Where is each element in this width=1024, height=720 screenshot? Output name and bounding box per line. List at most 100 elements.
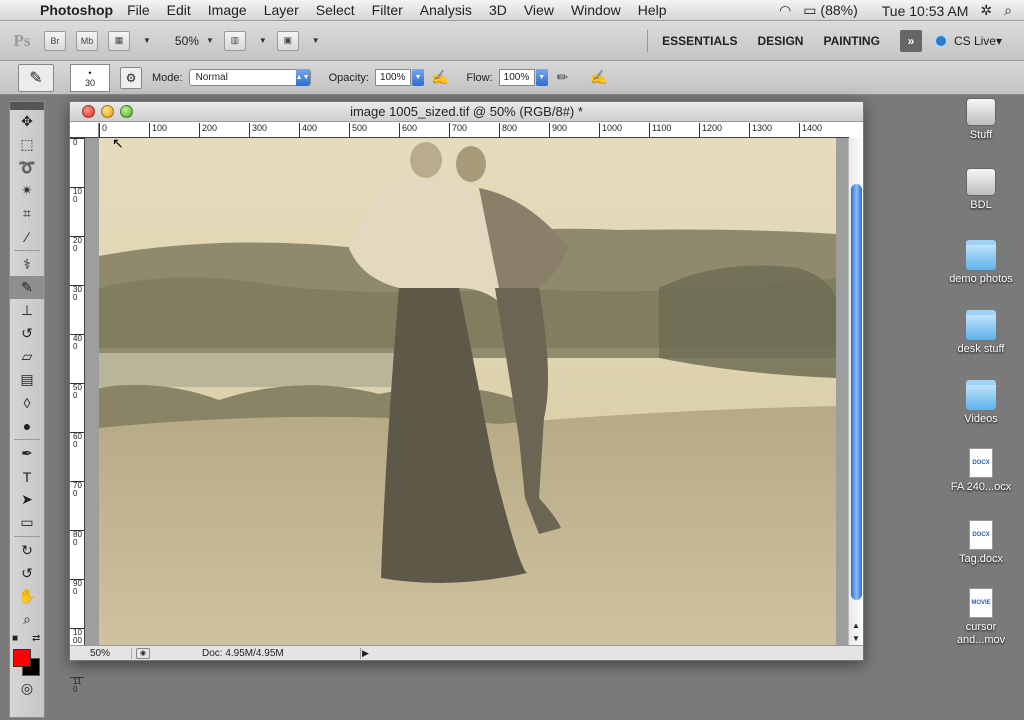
- bluetooth-icon[interactable]: ✲: [980, 2, 992, 19]
- eyedropper-tool-icon[interactable]: ∕: [10, 225, 44, 248]
- launch-bridge-button[interactable]: Br: [44, 30, 66, 51]
- zoom-level[interactable]: 50%: [175, 34, 199, 48]
- swap-colors-icon[interactable]: ⇄: [32, 633, 40, 644]
- minimize-window-icon[interactable]: [101, 105, 114, 118]
- document-title-bar[interactable]: image 1005_sized.tif @ 50% (RGB/8#) *: [70, 102, 863, 122]
- healing-brush-tool-icon[interactable]: ⚕: [10, 253, 44, 276]
- screen-mode-button[interactable]: ▣: [276, 30, 299, 51]
- flow-input[interactable]: 100% ▼: [498, 69, 548, 86]
- workspace-essentials[interactable]: ESSENTIALS: [662, 34, 737, 48]
- menu-3d[interactable]: 3D: [489, 2, 507, 18]
- default-colors-icon[interactable]: ■: [12, 633, 18, 644]
- brush-preset-picker[interactable]: • 30: [70, 63, 110, 92]
- 3d-orbit-tool-icon[interactable]: ↺: [10, 562, 44, 585]
- pressure-size-icon[interactable]: ✍: [590, 69, 607, 86]
- mini-bridge-button[interactable]: Mb: [76, 30, 98, 51]
- clone-stamp-tool-icon[interactable]: ⊥: [10, 299, 44, 322]
- app-menu[interactable]: Photoshop: [40, 2, 113, 18]
- arrange-documents-button[interactable]: ▥: [223, 30, 246, 51]
- blur-tool-icon[interactable]: ◊: [10, 391, 44, 414]
- menu-file[interactable]: File: [127, 2, 150, 18]
- canvas-area[interactable]: [85, 138, 849, 646]
- marquee-tool-icon[interactable]: ⬚: [10, 133, 44, 156]
- document-canvas-photo[interactable]: [99, 138, 836, 646]
- menubar-clock[interactable]: Tue 10:53 AM: [882, 3, 969, 19]
- history-brush-tool-icon[interactable]: ↺: [10, 322, 44, 345]
- menu-edit[interactable]: Edit: [167, 2, 191, 18]
- blend-mode-select[interactable]: Normal ▲▼: [188, 69, 311, 86]
- status-info-icon[interactable]: ◉: [136, 647, 150, 659]
- opacity-input[interactable]: 100% ▼: [374, 69, 424, 86]
- pen-tool-icon[interactable]: ✒: [10, 442, 44, 465]
- tools-panel: ✥ ⬚ ➰ ✴ ⌗ ∕ ⚕ ✎ ⊥ ↺ ▱ ▤ ◊ ● ✒ T ➤ ▭ ↻ ↺ …: [9, 101, 45, 718]
- hand-tool-icon[interactable]: ✋: [10, 585, 44, 608]
- menu-analysis[interactable]: Analysis: [420, 2, 472, 18]
- chevron-down-icon[interactable]: ▼: [259, 36, 267, 45]
- vertical-scrollbar[interactable]: ▲ ▼: [848, 138, 863, 646]
- menu-window[interactable]: Window: [571, 2, 621, 18]
- close-window-icon[interactable]: [82, 105, 95, 118]
- brush-tool-icon[interactable]: ✎: [10, 276, 44, 299]
- ruler-tick-label: 800: [499, 123, 517, 137]
- menu-layer[interactable]: Layer: [264, 2, 299, 18]
- zoom-tool-icon[interactable]: ⌕: [10, 608, 44, 631]
- lasso-tool-icon[interactable]: ➰: [10, 156, 44, 179]
- scroll-up-icon[interactable]: ▲: [852, 621, 860, 630]
- spotlight-icon[interactable]: ⌕: [1004, 2, 1012, 19]
- pressure-opacity-icon[interactable]: ✍: [431, 69, 448, 86]
- battery-indicator[interactable]: ▭ (88%): [803, 2, 869, 19]
- airbrush-icon[interactable]: ✏: [557, 69, 569, 86]
- desktop-item-stuff[interactable]: Stuff: [946, 98, 1016, 142]
- foreground-color-swatch[interactable]: [13, 649, 31, 667]
- scroll-down-icon[interactable]: ▼: [852, 634, 860, 643]
- 3d-rotate-tool-icon[interactable]: ↻: [10, 539, 44, 562]
- view-extras-button[interactable]: ▦: [108, 30, 130, 51]
- menu-view[interactable]: View: [524, 2, 554, 18]
- desktop-item-tag-docx[interactable]: DOCX Tag.docx: [946, 520, 1016, 566]
- desktop-item-desk-stuff[interactable]: desk stuff: [946, 310, 1016, 356]
- workspace-design[interactable]: DESIGN: [757, 34, 803, 48]
- chevron-down-icon[interactable]: ▼: [143, 36, 151, 45]
- dodge-tool-icon[interactable]: ●: [10, 414, 44, 437]
- menu-filter[interactable]: Filter: [372, 2, 403, 18]
- crop-tool-icon[interactable]: ⌗: [10, 202, 44, 225]
- brush-panel-toggle-icon[interactable]: ⚙: [120, 66, 142, 89]
- ruler-tick-label: 700: [70, 481, 84, 498]
- move-tool-icon[interactable]: ✥: [10, 110, 44, 133]
- tool-preset-picker[interactable]: ✎: [18, 63, 54, 92]
- gradient-tool-icon[interactable]: ▤: [10, 368, 44, 391]
- desktop-item-demo-photos[interactable]: demo photos: [946, 240, 1016, 286]
- ruler-tick-label: 600: [399, 123, 417, 137]
- menu-image[interactable]: Image: [208, 2, 247, 18]
- eraser-tool-icon[interactable]: ▱: [10, 345, 44, 368]
- scroll-thumb[interactable]: [851, 184, 862, 600]
- desktop-item-videos[interactable]: Videos: [946, 380, 1016, 426]
- desktop-item-cursor-mov[interactable]: MOVIE cursor and...mov: [946, 588, 1016, 647]
- ruler-origin[interactable]: [70, 123, 99, 138]
- menu-select[interactable]: Select: [316, 2, 355, 18]
- rectangle-tool-icon[interactable]: ▭: [10, 511, 44, 534]
- ruler-tick-label: 200: [70, 236, 84, 253]
- panel-grip[interactable]: [10, 102, 44, 110]
- vertical-ruler[interactable]: 0 100 200 300 400 500 600 700 800 900 1000 110: [70, 138, 85, 694]
- horizontal-ruler[interactable]: 0 100 200 300 400 500 600 700 800 900 1000 1100 1200…: [99, 123, 849, 138]
- quick-mask-icon[interactable]: ◎: [10, 677, 44, 700]
- type-tool-icon[interactable]: T: [10, 465, 44, 488]
- chevron-down-icon[interactable]: ▼: [535, 69, 548, 86]
- wifi-icon[interactable]: ◠: [779, 2, 791, 19]
- status-menu-arrow-icon[interactable]: ▶: [360, 647, 370, 659]
- quick-selection-tool-icon[interactable]: ✴: [10, 179, 44, 202]
- more-workspaces-button[interactable]: »: [899, 30, 922, 52]
- workspace-painting[interactable]: PAINTING: [823, 34, 879, 48]
- chevron-down-icon[interactable]: ▼: [411, 69, 424, 86]
- chevron-down-icon[interactable]: ▼: [206, 36, 214, 45]
- menu-help[interactable]: Help: [638, 2, 667, 18]
- desktop-item-bdl[interactable]: BDL: [946, 168, 1016, 212]
- zoom-window-icon[interactable]: [120, 105, 133, 118]
- chevron-down-icon[interactable]: ▼: [312, 36, 320, 45]
- status-zoom[interactable]: 50%: [70, 647, 132, 659]
- desktop-item-fa-docx[interactable]: DOCX FA 240...ocx: [946, 448, 1016, 494]
- desktop-item-label: cursor and...mov: [956, 621, 1006, 646]
- path-selection-tool-icon[interactable]: ➤: [10, 488, 44, 511]
- cs-live-button[interactable]: CS Live ▾: [933, 34, 1002, 48]
